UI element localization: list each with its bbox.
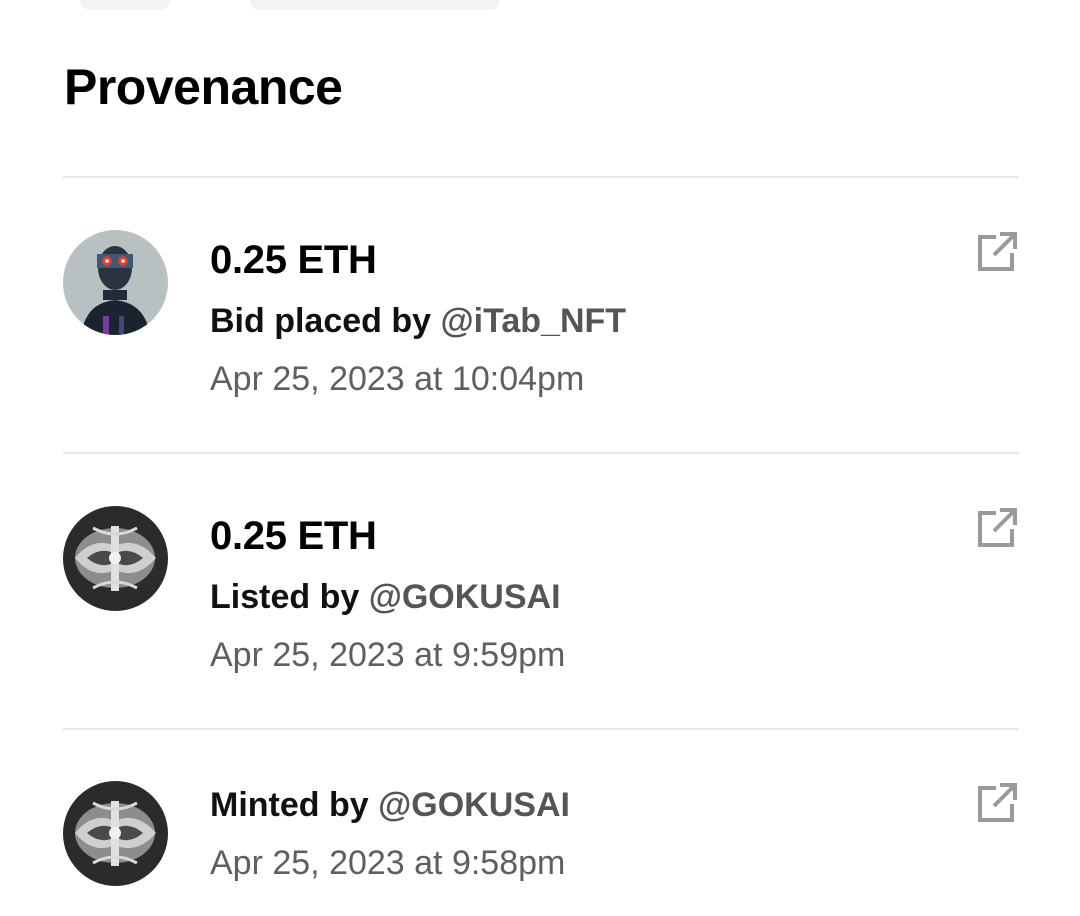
divider <box>63 176 1019 178</box>
entry-action: Minted by @GOKUSAI <box>210 788 570 822</box>
entry-date: Apr 25, 2023 at 9:58pm <box>210 844 566 882</box>
entry-text: 0.25 ETH Bid placed by @iTab_NFT Apr 25,… <box>210 240 626 396</box>
entry-action: Bid placed by @iTab_NFT <box>210 304 626 338</box>
user-avatar[interactable] <box>63 506 168 611</box>
divider <box>63 728 1019 730</box>
gokusai-avatar-icon <box>63 781 168 886</box>
page-title: Provenance <box>64 59 343 115</box>
username-link[interactable]: @GOKUSAI <box>378 786 570 824</box>
external-link-icon <box>978 508 1017 547</box>
user-avatar[interactable] <box>63 781 168 886</box>
partial-element <box>250 0 500 10</box>
entry-amount: 0.25 ETH <box>210 514 377 558</box>
external-link-button[interactable] <box>974 229 1020 275</box>
entry-date: Apr 25, 2023 at 9:59pm <box>210 636 566 674</box>
user-avatar[interactable] <box>63 230 168 335</box>
username-link[interactable]: @iTab_NFT <box>441 302 627 340</box>
action-label: Bid placed by <box>210 302 432 340</box>
entry-amount: 0.25 ETH <box>210 238 377 282</box>
partial-element <box>80 0 170 10</box>
entry-text: 0.25 ETH Listed by @GOKUSAI Apr 25, 2023… <box>210 516 565 672</box>
divider <box>63 452 1019 454</box>
entry-date: Apr 25, 2023 at 10:04pm <box>210 360 585 398</box>
top-partial-content <box>0 0 1080 12</box>
action-label: Minted by <box>210 786 369 824</box>
action-label: Listed by <box>210 578 360 616</box>
gokusai-avatar-icon <box>63 506 168 611</box>
entry-action: Listed by @GOKUSAI <box>210 580 565 614</box>
external-link-icon <box>978 783 1017 822</box>
external-link-icon <box>978 232 1017 271</box>
entry-text: Minted by @GOKUSAI Apr 25, 2023 at 9:58p… <box>210 788 570 880</box>
robot-avatar-icon <box>63 230 168 335</box>
external-link-button[interactable] <box>974 780 1020 826</box>
username-link[interactable]: @GOKUSAI <box>369 578 561 616</box>
external-link-button[interactable] <box>974 505 1020 551</box>
